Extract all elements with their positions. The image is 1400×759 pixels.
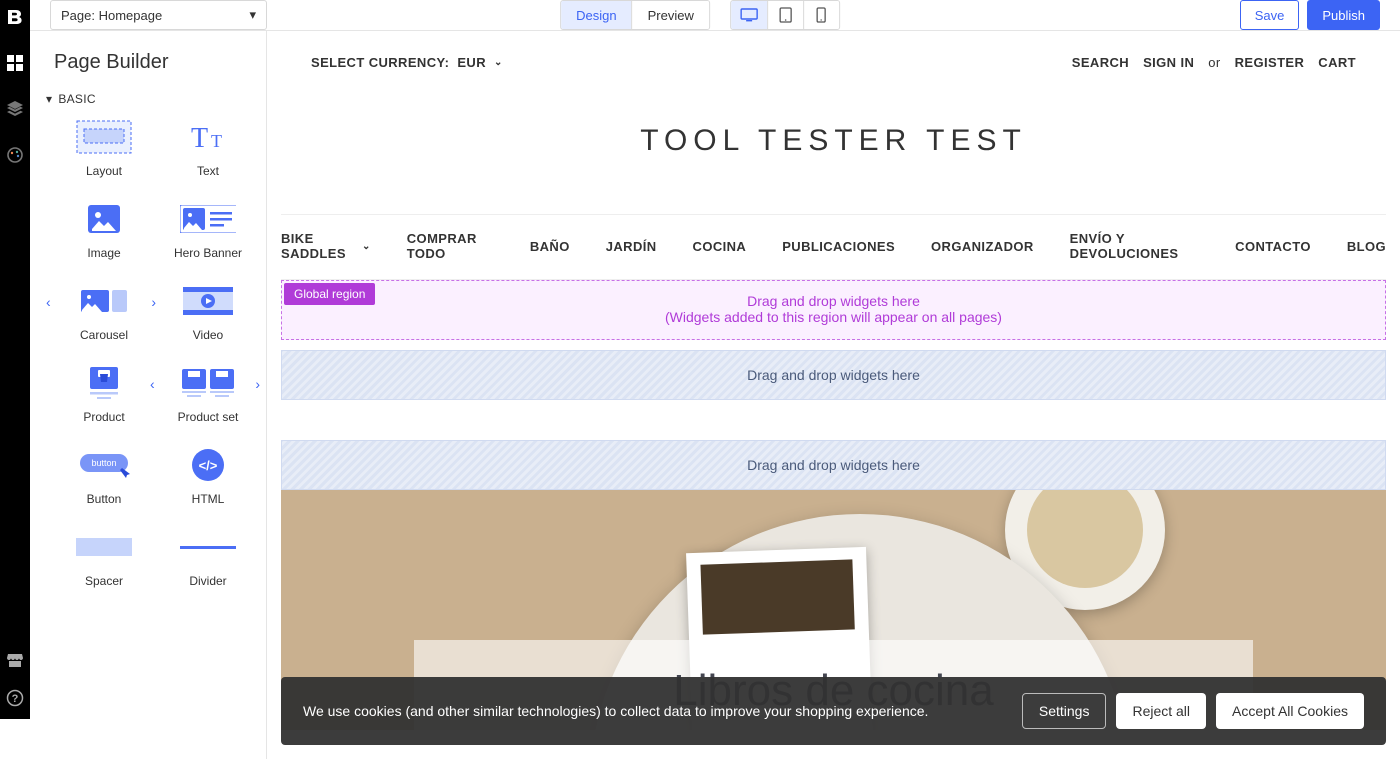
global-region-dropzone[interactable]: Global region Drag and drop widgets here…: [281, 280, 1386, 340]
global-region-tag: Global region: [284, 283, 375, 305]
design-tab[interactable]: Design: [561, 1, 631, 29]
nav-item[interactable]: BAÑO: [530, 231, 570, 261]
chevron-left-icon: ‹: [46, 294, 51, 310]
register-link[interactable]: REGISTER: [1235, 55, 1305, 70]
preview-tab[interactable]: Preview: [632, 1, 709, 29]
chevron-down-icon: ⌄: [494, 57, 503, 68]
store-title[interactable]: TOOL TESTER TEST: [281, 80, 1386, 214]
global-region-msg1: Drag and drop widgets here: [282, 293, 1385, 309]
widget-video[interactable]: Video: [158, 284, 258, 342]
nav-item[interactable]: COMPRAR TODO: [407, 231, 494, 261]
or-text: or: [1208, 55, 1220, 70]
mobile-icon[interactable]: [803, 1, 839, 29]
layers-icon[interactable]: [6, 100, 24, 118]
widget-layout[interactable]: Layout: [54, 120, 154, 178]
theme-icon[interactable]: [6, 146, 24, 164]
cookie-text: We use cookies (and other similar techno…: [303, 703, 928, 719]
widget-label: Divider: [189, 574, 226, 588]
svg-text:button: button: [91, 458, 116, 468]
widget-html[interactable]: </> HTML: [158, 448, 258, 506]
nav-item[interactable]: PUBLICACIONES: [782, 231, 895, 261]
widget-label: Carousel: [80, 328, 128, 342]
chevron-down-icon: ▾: [249, 7, 256, 23]
widget-divider[interactable]: Divider: [158, 530, 258, 588]
widget-spacer[interactable]: Spacer: [54, 530, 154, 588]
widget-label: Video: [193, 328, 223, 342]
panel-section-basic[interactable]: ▾ BASIC: [46, 92, 258, 106]
logo-icon[interactable]: [6, 8, 24, 26]
svg-text:T: T: [191, 123, 208, 153]
widget-hero-banner[interactable]: Hero Banner: [158, 202, 258, 260]
nav-item[interactable]: COCINA: [693, 231, 747, 261]
chevron-down-icon: ⌄: [362, 241, 371, 252]
widget-text[interactable]: TT Text: [158, 120, 258, 178]
widget-carousel[interactable]: ‹ › Carousel: [54, 284, 154, 342]
nav-item[interactable]: JARDÍN: [606, 231, 657, 261]
search-link[interactable]: SEARCH: [1072, 55, 1129, 70]
nav-item[interactable]: ORGANIZADOR: [931, 231, 1034, 261]
signin-link[interactable]: SIGN IN: [1143, 55, 1194, 70]
chevron-right-icon: ›: [255, 376, 260, 392]
cart-link[interactable]: CART: [1318, 55, 1356, 70]
nav-item[interactable]: CONTACTO: [1235, 231, 1311, 261]
global-region-msg2: (Widgets added to this region will appea…: [282, 309, 1385, 325]
cookie-banner: We use cookies (and other similar techno…: [281, 677, 1386, 745]
widget-panel: Page Builder ▾ BASIC Layout TT Text: [30, 31, 267, 759]
svg-text:?: ?: [12, 693, 19, 705]
widget-label: HTML: [192, 492, 225, 506]
desktop-icon[interactable]: [731, 1, 767, 29]
cookie-accept-button[interactable]: Accept All Cookies: [1216, 693, 1364, 729]
svg-text:T: T: [211, 131, 222, 151]
widget-label: Text: [197, 164, 219, 178]
store-nav: BIKE SADDLES ⌄ COMPRAR TODO BAÑO JARDÍN …: [281, 214, 1386, 280]
widget-product[interactable]: Product: [54, 366, 154, 424]
chevron-left-icon: ‹: [150, 376, 155, 392]
topbar: Page: Homepage ▾ Design Preview: [30, 0, 1400, 31]
widget-product-set[interactable]: ‹ › Product set: [158, 366, 258, 424]
app-rail: ?: [0, 0, 30, 719]
widget-label: Hero Banner: [174, 246, 242, 260]
dropzone[interactable]: Drag and drop widgets here: [281, 350, 1386, 400]
chevron-right-icon: ›: [151, 294, 156, 310]
nav-item[interactable]: BLOG: [1347, 231, 1386, 261]
page-dropdown-label: Page: Homepage: [61, 8, 162, 23]
mode-toggle: Design Preview: [560, 0, 710, 30]
widget-label: Layout: [86, 164, 122, 178]
widget-image[interactable]: Image: [54, 202, 154, 260]
publish-button[interactable]: Publish: [1307, 0, 1380, 30]
save-button[interactable]: Save: [1240, 0, 1300, 30]
panel-title: Page Builder: [54, 51, 258, 74]
cookie-settings-button[interactable]: Settings: [1022, 693, 1107, 729]
widget-label: Button: [87, 492, 122, 506]
page-dropdown[interactable]: Page: Homepage ▾: [50, 0, 267, 30]
tablet-icon[interactable]: [767, 1, 803, 29]
caret-down-icon: ▾: [46, 92, 52, 106]
currency-selector[interactable]: SELECT CURRENCY: EUR ⌄: [311, 55, 503, 70]
storefront-topbar: SELECT CURRENCY: EUR ⌄ SEARCH SIGN IN or…: [281, 45, 1386, 80]
help-icon[interactable]: ?: [6, 689, 24, 707]
cookie-reject-button[interactable]: Reject all: [1116, 693, 1206, 729]
svg-text:</>: </>: [199, 458, 218, 473]
widget-label: Product: [83, 410, 124, 424]
widgets-icon[interactable]: [6, 54, 24, 72]
widget-label: Image: [87, 246, 120, 260]
viewport-toggle: [730, 0, 840, 30]
widget-label: Product set: [178, 410, 239, 424]
store-icon[interactable]: [6, 651, 24, 669]
nav-item[interactable]: BIKE SADDLES ⌄: [281, 231, 371, 261]
widget-label: Spacer: [85, 574, 123, 588]
dropzone[interactable]: Drag and drop widgets here: [281, 440, 1386, 490]
widget-button[interactable]: button Button: [54, 448, 154, 506]
canvas: SELECT CURRENCY: EUR ⌄ SEARCH SIGN IN or…: [267, 31, 1400, 759]
nav-item[interactable]: ENVÍO Y DEVOLUCIONES: [1070, 231, 1200, 261]
